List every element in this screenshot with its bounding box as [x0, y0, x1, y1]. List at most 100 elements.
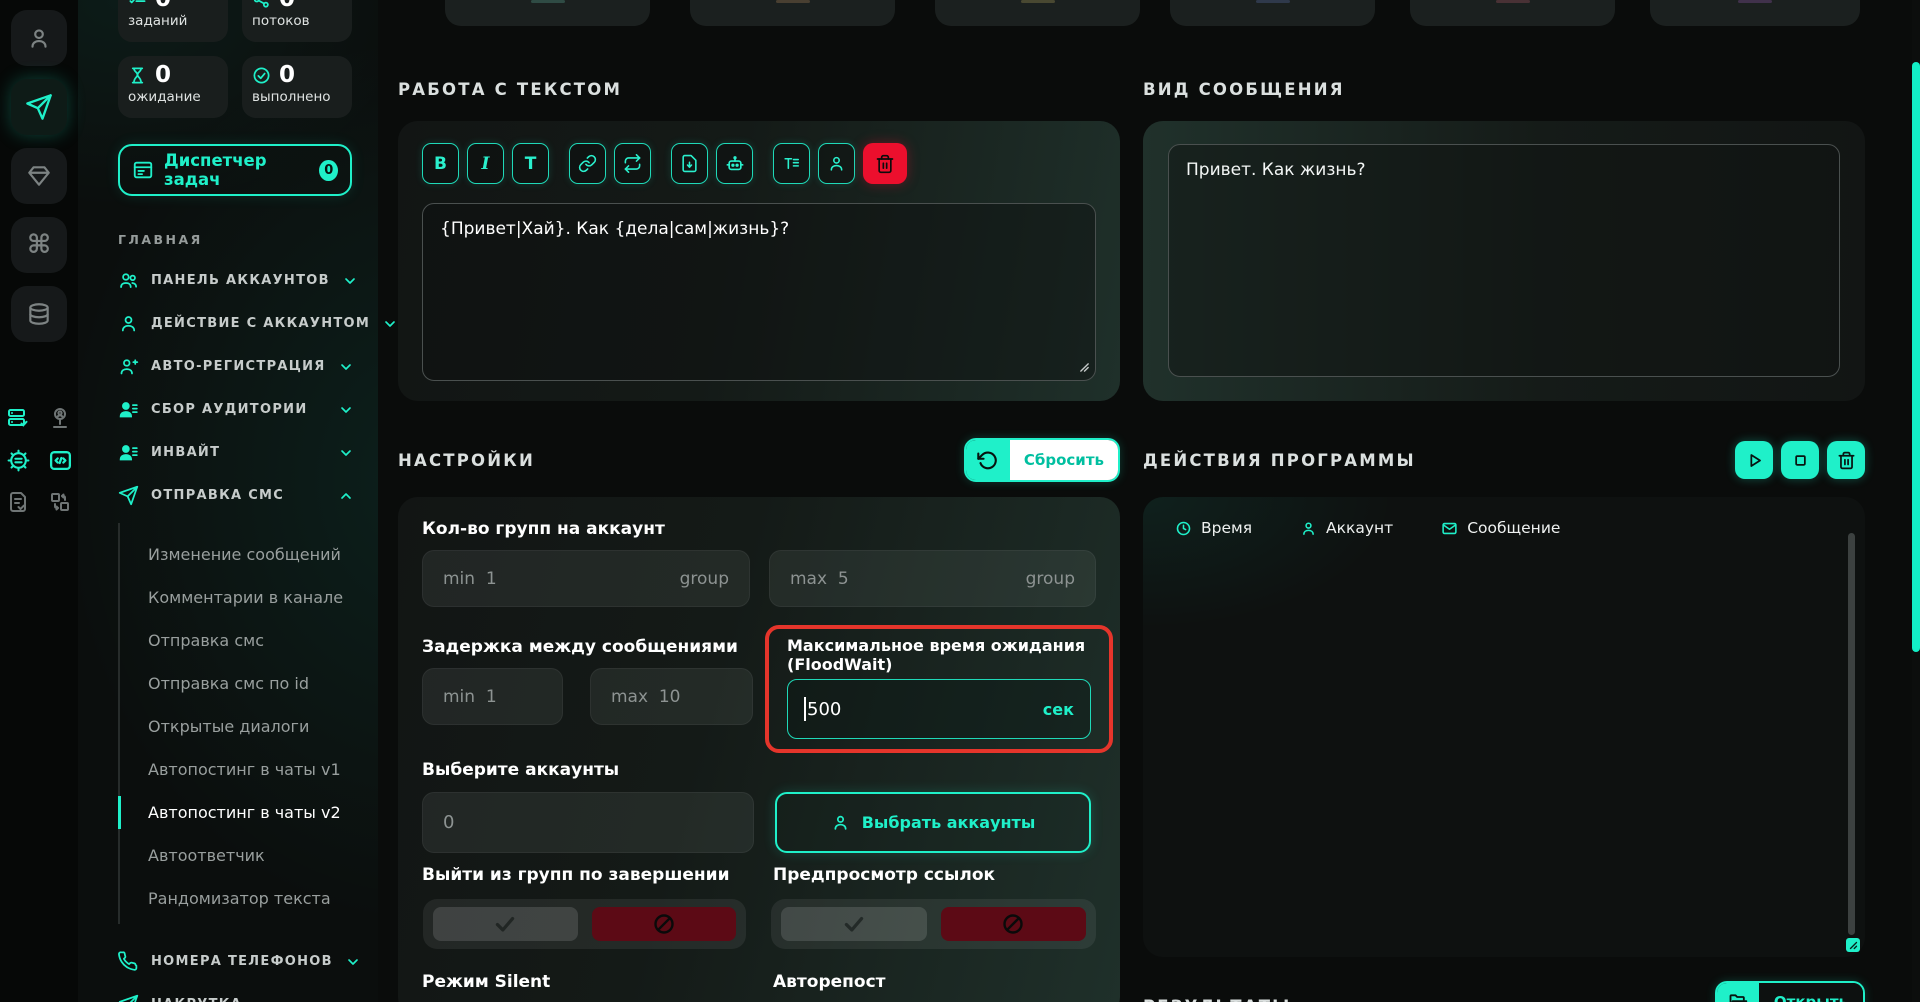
column-message: Сообщение [1441, 519, 1560, 537]
log-scrollbar[interactable] [1848, 533, 1855, 935]
message-textarea[interactable]: {Привет|Хай}. Как {дела|сам|жизнь}? [422, 203, 1096, 381]
text-style-button[interactable]: T [512, 143, 549, 184]
submenu-item-channel-comments[interactable]: Комментарии в канале [120, 576, 378, 619]
sender-rail-button[interactable] [11, 79, 67, 135]
submenu-item-sms-send[interactable]: Отправка смс [120, 619, 378, 662]
accounts-count-input[interactable]: 0 [422, 792, 754, 853]
nav-item-sms-sending[interactable]: ОТПРАВКА СМС [118, 474, 354, 517]
nav-item-boosting[interactable]: НАКРУТКА [118, 983, 354, 1002]
stat-label: ожидание [128, 89, 218, 105]
nav-item-accounts-panel[interactable]: ПАНЕЛЬ АККАУНТОВ [118, 259, 354, 302]
chevron-down-icon [345, 954, 361, 970]
delay-min-placeholder: min 1 [443, 687, 497, 707]
person-icon [831, 813, 850, 832]
delay-max-input[interactable]: max 10 [590, 668, 753, 725]
italic-button[interactable]: I [467, 143, 504, 184]
panel-resize-handle[interactable] [1846, 938, 1860, 952]
select-accounts-button[interactable]: Выбрать аккаунты [775, 792, 1091, 853]
task-manager-button[interactable]: Диспетчер задач 0 [118, 144, 352, 196]
submenu-item-autoposting-v2[interactable]: Автопостинг в чаты v2 [120, 791, 378, 834]
gear-icon[interactable] [5, 447, 31, 473]
text-caret [804, 697, 806, 721]
groups-max-placeholder: max 5 [790, 569, 849, 589]
premium-rail-button[interactable] [11, 148, 67, 204]
nav-item-phone-numbers[interactable]: НОМЕРА ТЕЛЕФОНОВ [118, 940, 354, 983]
chevron-down-icon [338, 402, 354, 418]
leave-groups-label: Выйти из групп по завершении [422, 865, 729, 885]
delay-min-input[interactable]: min 1 [422, 668, 563, 725]
user-icon [118, 313, 139, 334]
blocks-swap-icon[interactable] [47, 489, 73, 515]
clear-text-button[interactable] [863, 143, 907, 184]
proxy-person-icon[interactable] [47, 405, 73, 431]
open-results-button[interactable]: Открыть [1715, 981, 1865, 1002]
submenu-item-autoposting-v1[interactable]: Автопостинг в чаты v1 [120, 748, 378, 791]
delay-label: Задержка между сообщениями [422, 637, 738, 657]
nav-item-account-action[interactable]: ДЕЙСТВИЕ С АККАУНТОМ [118, 302, 354, 345]
play-icon [1745, 451, 1764, 470]
profile-rail-button[interactable] [11, 10, 67, 66]
text-lines-icon [782, 154, 801, 173]
floodwait-input[interactable]: 500 сек [787, 679, 1091, 739]
sms-submenu: Изменение сообщений Комментарии в канале… [118, 523, 378, 924]
start-button[interactable] [1735, 441, 1773, 479]
repeat-icon [623, 154, 642, 173]
nav-item-auto-registration[interactable]: АВТО-РЕГИСТРАЦИЯ [118, 345, 354, 388]
file-insert-button[interactable] [671, 143, 708, 184]
bold-button[interactable]: B [422, 143, 459, 184]
submenu-item-sms-by-id[interactable]: Отправка смс по id [120, 662, 378, 705]
link-button[interactable] [569, 143, 606, 184]
repeat-button[interactable] [614, 143, 651, 184]
server-check-icon[interactable] [5, 405, 31, 431]
mention-button[interactable] [818, 143, 855, 184]
users-icon [118, 270, 139, 291]
document-check-icon[interactable] [5, 489, 31, 515]
groups-max-unit: group [1026, 569, 1075, 589]
submenu-item-text-randomizer[interactable]: Рандомизатор текста [120, 877, 378, 920]
delay-max-placeholder: max 10 [611, 687, 680, 707]
stats-grid: 0 заданий 0 потоков 0 ожидание 0 выполне… [118, 0, 352, 118]
results-title: РЕЗУЛЬТАТЫ [1143, 997, 1291, 1002]
message-preview-panel: Привет. Как жизнь? [1143, 121, 1865, 401]
nav-item-invite[interactable]: ИНВАЙТ [118, 431, 354, 474]
checklist-icon [128, 0, 147, 9]
top-card [1170, 0, 1375, 26]
submenu-item-message-editing[interactable]: Изменение сообщений [120, 533, 378, 576]
toggle-yes-option[interactable] [433, 907, 578, 941]
database-rail-button[interactable] [11, 286, 67, 342]
chevron-up-icon [338, 488, 354, 504]
reset-button[interactable]: Сбросить [964, 438, 1120, 482]
open-results-label: Открыть [1759, 983, 1863, 1002]
send-icon [118, 485, 139, 506]
page-scrollbar-thumb[interactable] [1912, 62, 1920, 652]
hourglass-icon [128, 66, 147, 85]
submenu-item-open-dialogs[interactable]: Открытые диалоги [120, 705, 378, 748]
text-format-button[interactable] [773, 143, 810, 184]
toggle-yes-option[interactable] [781, 907, 927, 941]
nav-item-label: ОТПРАВКА СМС [151, 488, 284, 503]
nav-item-audience-collection[interactable]: СБОР АУДИТОРИИ [118, 388, 354, 431]
clear-log-button[interactable] [1827, 441, 1865, 479]
top-card [445, 0, 650, 26]
bot-button[interactable] [716, 143, 753, 184]
stop-button[interactable] [1781, 441, 1819, 479]
leave-groups-toggle [423, 899, 746, 949]
text-panel-title: РАБОТА С ТЕКСТОМ [398, 80, 1120, 99]
toggle-no-option[interactable] [592, 907, 737, 941]
robot-icon [725, 154, 745, 174]
code-window-icon[interactable] [47, 447, 73, 473]
user-list-icon [118, 442, 139, 463]
person-icon [827, 154, 846, 173]
groups-min-input[interactable]: min 1 group [422, 550, 750, 607]
chevron-down-icon [338, 359, 354, 375]
stat-card-tasks: 0 заданий [118, 0, 228, 42]
floodwait-unit: сек [1043, 700, 1074, 719]
stat-label: заданий [128, 13, 218, 29]
submenu-item-autoresponder[interactable]: Автоответчик [120, 834, 378, 877]
commands-rail-button[interactable]: ⌘ [11, 217, 67, 273]
page-scrollbar[interactable] [1912, 0, 1920, 1002]
groups-max-input[interactable]: max 5 group [769, 550, 1096, 607]
chevron-down-icon [338, 445, 354, 461]
command-icon: ⌘ [27, 230, 51, 260]
toggle-no-option[interactable] [941, 907, 1087, 941]
